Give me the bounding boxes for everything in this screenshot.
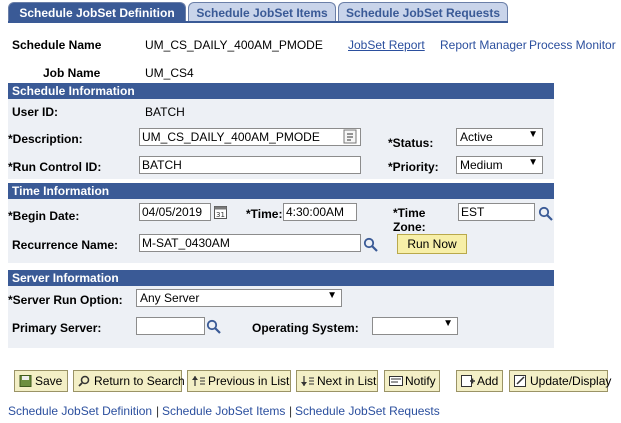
return-search-icon <box>78 375 90 387</box>
notify-label: Notify <box>405 374 436 388</box>
notify-button[interactable]: Notify <box>384 370 440 392</box>
time-label: *Time: <box>246 207 283 221</box>
schedule-name-value: UM_CS_DAILY_400AM_PMODE <box>145 38 323 52</box>
dropdown-arrow-icon: ▼ <box>528 157 538 168</box>
description-label: *Description: <box>8 132 83 146</box>
return-to-search-label: Return to Search <box>94 374 185 388</box>
primary-server-input[interactable] <box>136 317 205 335</box>
dropdown-arrow-icon: ▼ <box>528 129 538 140</box>
run-control-id-input[interactable]: BATCH <box>139 156 361 174</box>
update-display-button[interactable]: Update/Display <box>509 370 612 392</box>
user-id-value: BATCH <box>145 105 185 119</box>
footer-link-schedule-jobset-items[interactable]: Schedule JobSet Items <box>162 404 285 418</box>
long-edit-icon[interactable] <box>343 129 357 144</box>
primary-server-lookup-icon[interactable] <box>206 319 222 335</box>
previous-in-list-label: Previous in List <box>208 374 290 388</box>
priority-value: Medium <box>460 158 503 172</box>
report-manager-link[interactable]: Report Manager <box>440 38 527 52</box>
run-control-id-value: BATCH <box>142 158 182 172</box>
dropdown-arrow-icon: ▼ <box>443 318 453 329</box>
footer-link-schedule-jobset-definition[interactable]: Schedule JobSet Definition <box>8 404 152 418</box>
begin-date-value: 04/05/2019 <box>142 205 203 219</box>
recurrence-name-input[interactable]: M-SAT_0430AM <box>139 234 361 252</box>
time-zone-value: EST <box>461 205 485 219</box>
time-input[interactable]: 4:30:00AM <box>283 203 357 221</box>
return-to-search-button[interactable]: Return to Search <box>73 370 185 392</box>
primary-server-label: Primary Server: <box>12 321 102 335</box>
time-zone-lookup-icon[interactable] <box>538 206 554 222</box>
calendar-icon[interactable]: 31 <box>214 205 227 219</box>
next-arrow-icon <box>301 376 314 386</box>
recurrence-lookup-icon[interactable] <box>363 237 379 253</box>
notify-icon <box>389 376 403 386</box>
next-in-list-label: Next in List <box>317 374 377 388</box>
user-id-label: User ID: <box>12 105 59 119</box>
status-label: *Status: <box>388 136 434 150</box>
time-zone-label: *Time <box>393 206 426 220</box>
jobset-report-link[interactable]: JobSet Report <box>348 38 425 52</box>
footer-link-schedule-jobset-requests[interactable]: Schedule JobSet Requests <box>295 404 440 418</box>
time-zone-input[interactable]: EST <box>458 203 535 221</box>
dropdown-arrow-icon: ▼ <box>327 290 337 301</box>
schedule-information-header: Schedule Information <box>8 83 554 99</box>
update-display-label: Update/Display <box>530 374 612 388</box>
add-icon <box>461 375 475 387</box>
tab-schedule-jobset-definition[interactable]: Schedule JobSet Definition <box>8 2 186 22</box>
priority-select[interactable]: Medium ▼ <box>456 156 543 174</box>
previous-arrow-icon <box>192 376 205 386</box>
time-information-header: Time Information <box>8 183 554 199</box>
status-value: Active <box>460 130 493 144</box>
server-run-option-label: *Server Run Option: <box>8 293 123 307</box>
status-select[interactable]: Active ▼ <box>456 128 543 146</box>
save-icon <box>19 375 32 387</box>
priority-label: *Priority: <box>388 160 439 174</box>
save-label: Save <box>35 374 63 388</box>
description-value: UM_CS_DAILY_400AM_PMODE <box>142 130 320 144</box>
recurrence-name-label: Recurrence Name: <box>12 238 119 252</box>
add-button[interactable]: Add <box>456 370 503 392</box>
description-input[interactable]: UM_CS_DAILY_400AM_PMODE <box>139 128 361 146</box>
update-display-icon <box>514 375 526 387</box>
begin-date-input[interactable]: 04/05/2019 <box>139 203 211 221</box>
schedule-name-label: Schedule Name <box>12 38 102 52</box>
recurrence-name-value: M-SAT_0430AM <box>142 236 230 250</box>
previous-in-list-button[interactable]: Previous in List <box>187 370 291 392</box>
time-value: 4:30:00AM <box>286 205 345 219</box>
server-information-header: Server Information <box>8 270 554 286</box>
server-run-option-select[interactable]: Any Server ▼ <box>136 289 342 307</box>
svg-text:31: 31 <box>216 211 225 219</box>
run-control-id-label: *Run Control ID: <box>8 160 102 174</box>
run-now-button[interactable]: Run Now <box>397 234 467 254</box>
tab-underline <box>8 21 508 23</box>
footer-separator: | <box>289 404 293 418</box>
process-monitor-link[interactable]: Process Monitor <box>529 38 616 52</box>
tab-schedule-jobset-items[interactable]: Schedule JobSet Items <box>188 2 336 22</box>
server-run-option-value: Any Server <box>140 291 200 305</box>
server-information-section: Server Information <box>8 270 554 348</box>
add-label: Add <box>477 374 499 388</box>
next-in-list-button[interactable]: Next in List <box>296 370 378 392</box>
operating-system-label: Operating System: <box>252 321 359 335</box>
tab-schedule-jobset-requests[interactable]: Schedule JobSet Requests <box>338 2 508 22</box>
operating-system-select[interactable]: ▼ <box>372 317 458 335</box>
save-button[interactable]: Save <box>14 370 68 392</box>
begin-date-label: *Begin Date: <box>8 209 80 223</box>
time-zone-label-line2: Zone: <box>393 220 426 234</box>
job-name-label: Job Name <box>43 66 101 80</box>
job-name-value: UM_CS4 <box>145 66 194 80</box>
footer-separator: | <box>156 404 160 418</box>
